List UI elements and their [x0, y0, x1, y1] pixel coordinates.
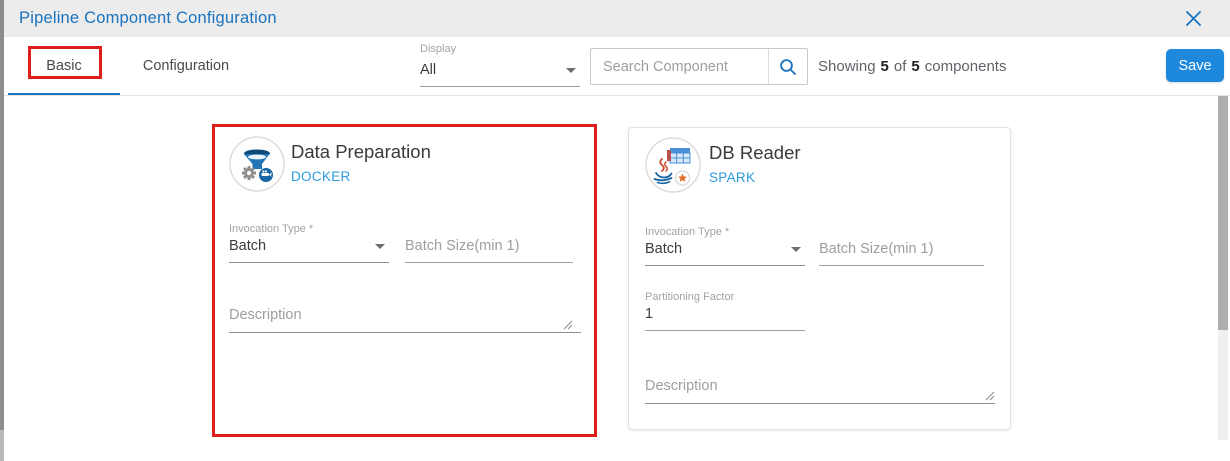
chevron-down-icon [375, 244, 385, 249]
results-count-suffix: components [925, 58, 1007, 75]
display-selected-value: All [420, 62, 436, 78]
component-engine-badge: SPARK [709, 170, 755, 185]
resize-handle-icon[interactable] [985, 388, 995, 398]
save-button[interactable]: Save [1166, 49, 1224, 82]
display-filter: Display All [420, 43, 580, 87]
description-textarea[interactable] [229, 293, 581, 333]
display-select[interactable]: All [420, 60, 580, 87]
display-label: Display [420, 43, 580, 55]
results-count-prefix: Showing [818, 58, 876, 75]
scrollbar-thumb[interactable] [1218, 96, 1228, 330]
invocation-type-value: Batch [645, 241, 682, 257]
tab-basic[interactable]: Basic [8, 37, 120, 94]
invocation-type-select[interactable]: Batch [229, 237, 389, 263]
active-tab-indicator [8, 93, 120, 95]
scrollbar[interactable] [1218, 96, 1228, 440]
search-input[interactable] [591, 49, 768, 84]
invocation-type-label: Invocation Type * [229, 223, 313, 235]
close-icon[interactable] [1182, 8, 1204, 30]
batch-size-input[interactable] [819, 240, 984, 266]
data-preparation-icon [229, 136, 285, 192]
component-list: Data Preparation DOCKER Invocation Type … [4, 96, 1230, 461]
results-count-of: of [894, 58, 907, 75]
chevron-down-icon [791, 247, 801, 252]
component-title: Data Preparation [291, 141, 431, 163]
component-engine-badge: DOCKER [291, 169, 351, 184]
description-textarea[interactable] [645, 364, 995, 404]
invocation-type-select[interactable]: Batch [645, 240, 805, 266]
pipeline-component-configuration-dialog: Pipeline Component Configuration Basic C… [0, 0, 1230, 461]
search-box [590, 48, 808, 85]
partitioning-factor-input[interactable] [645, 305, 805, 331]
invocation-type-value: Batch [229, 238, 266, 254]
partitioning-factor-label: Partitioning Factor [645, 291, 734, 303]
results-count-shown: 5 [881, 58, 889, 75]
component-title: DB Reader [709, 142, 801, 164]
dialog-titlebar: Pipeline Component Configuration [4, 0, 1230, 37]
db-reader-icon [645, 137, 701, 193]
component-card-data-preparation: Data Preparation DOCKER Invocation Type … [212, 124, 597, 437]
toolbar: Basic Configuration Display All Showing … [4, 37, 1230, 96]
dialog-title: Pipeline Component Configuration [19, 9, 277, 28]
chevron-down-icon [566, 68, 576, 73]
batch-size-input[interactable] [405, 237, 573, 263]
search-icon[interactable] [769, 49, 807, 84]
resize-handle-icon[interactable] [563, 317, 573, 327]
results-count: Showing 5 of 5 components [818, 37, 1006, 95]
tab-configuration[interactable]: Configuration [126, 37, 246, 94]
results-count-total: 5 [911, 58, 919, 75]
invocation-type-label: Invocation Type * [645, 226, 729, 238]
component-card-db-reader: DB Reader SPARK Invocation Type * Batch … [628, 127, 1011, 430]
